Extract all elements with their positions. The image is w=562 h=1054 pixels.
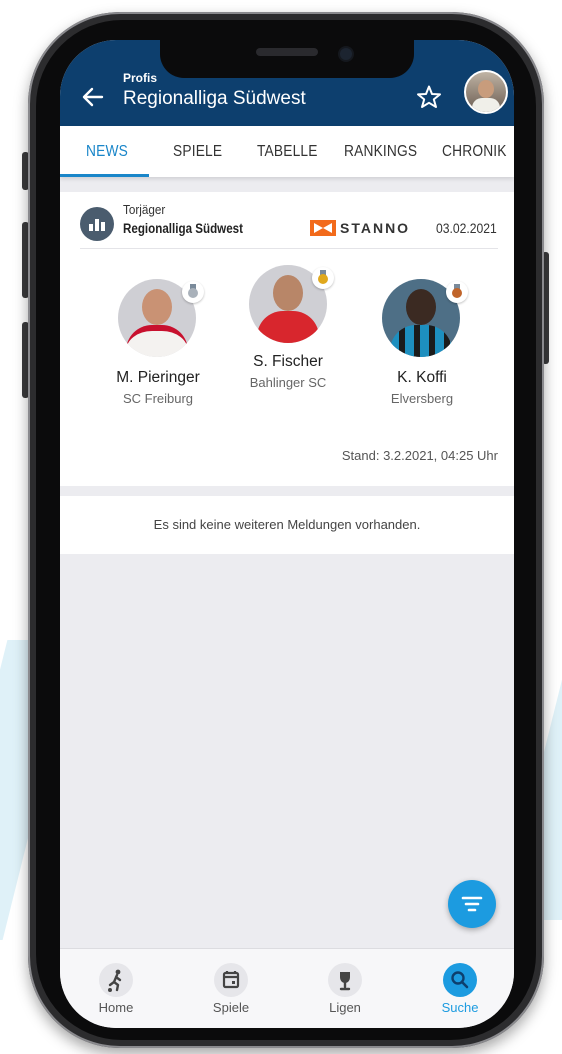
- no-more-news-message: Es sind keine weiteren Meldungen vorhand…: [60, 496, 514, 554]
- speaker-grille: [256, 48, 318, 56]
- player-rank-2[interactable]: M. Pieringer SC Freiburg: [88, 279, 228, 419]
- player-name: K. Koffi: [397, 369, 447, 386]
- back-arrow-icon[interactable]: [80, 84, 106, 110]
- nav-label: Suche: [441, 1000, 479, 1015]
- filter-icon: [461, 896, 483, 912]
- tab-rankings[interactable]: RANKINGS: [344, 143, 417, 161]
- nav-label: Ligen: [329, 1000, 361, 1015]
- active-tab-indicator: [60, 174, 149, 177]
- nav-label: Home: [98, 1000, 134, 1015]
- silver-medal-icon: [182, 281, 204, 303]
- player-club: Bahlinger SC: [249, 375, 327, 390]
- front-camera: [338, 46, 354, 62]
- card-title: Regionalliga Südwest: [123, 221, 243, 236]
- trophy-icon: [328, 963, 362, 997]
- player-club: SC Freiburg: [122, 391, 194, 406]
- stand-timestamp: Stand: 3.2.2021, 04:25 Uhr: [341, 448, 498, 463]
- phone-notch: [160, 40, 414, 78]
- app-screen: Profis Regionalliga Südwest NEWS SPIELE …: [60, 40, 514, 1028]
- card-divider: [80, 248, 498, 249]
- player-club: Elversberg: [390, 391, 454, 406]
- tab-spiele[interactable]: SPIELE: [173, 143, 222, 161]
- player-name: S. Fischer: [253, 353, 323, 370]
- card-date: 03.02.2021: [436, 221, 497, 236]
- tab-bar: NEWS SPIELE TABELLE RANKINGS CHRONIK: [60, 126, 514, 177]
- calendar-icon: [214, 963, 248, 997]
- bottom-navigation: Home Spiele Ligen Suche: [60, 948, 514, 1028]
- sponsor-wordmark: STANNO: [340, 220, 410, 236]
- gold-medal-icon: [312, 267, 334, 289]
- header-title: Regionalliga Südwest: [123, 88, 306, 109]
- favorite-star-icon[interactable]: [416, 84, 442, 110]
- filter-button[interactable]: [448, 880, 496, 928]
- nav-label: Spiele: [212, 1000, 250, 1015]
- player-name: M. Pieringer: [116, 369, 200, 386]
- card-subtitle: Torjäger: [123, 202, 166, 217]
- player-rank-1[interactable]: S. Fischer Bahlinger SC: [218, 265, 358, 405]
- search-icon: [443, 963, 477, 997]
- soccer-player-icon: [99, 963, 133, 997]
- bar-chart-icon: [80, 207, 114, 241]
- sponsor-logo: STANNO: [310, 218, 424, 238]
- header-subtitle: Profis: [123, 71, 158, 85]
- player-rank-3[interactable]: K. Koffi Elversberg: [352, 279, 492, 419]
- tab-tabelle[interactable]: TABELLE: [257, 143, 318, 161]
- tab-chronik[interactable]: CHRONIK: [442, 143, 507, 161]
- bronze-medal-icon: [446, 281, 468, 303]
- topscorer-card[interactable]: Torjäger Regionalliga Südwest STANNO 03.…: [60, 192, 514, 486]
- user-avatar[interactable]: [464, 70, 508, 114]
- tab-news[interactable]: NEWS: [86, 143, 128, 161]
